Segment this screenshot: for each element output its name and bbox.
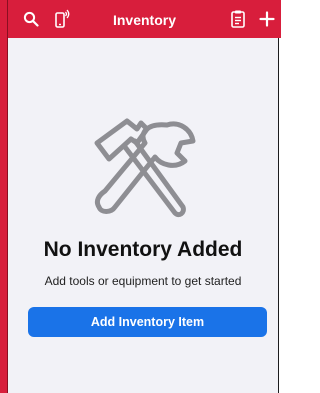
app-screen: Inventory No Inventory Added Add tools o…: [0, 0, 281, 393]
navigation-bar: Inventory: [8, 0, 281, 38]
right-edge: [279, 38, 281, 393]
empty-state: No Inventory Added Add tools or equipmen…: [8, 38, 278, 393]
add-inventory-button[interactable]: Add Inventory Item: [28, 307, 267, 337]
tools-icon: [75, 103, 209, 237]
empty-state-subtitle: Add tools or equipment to get started: [44, 274, 242, 288]
side-edge-bar: [0, 0, 8, 393]
plus-icon[interactable]: [256, 8, 278, 30]
add-inventory-button-label: Add Inventory Item: [90, 315, 205, 329]
empty-state-title: No Inventory Added: [43, 238, 243, 261]
clipboard-icon[interactable]: [227, 8, 249, 30]
